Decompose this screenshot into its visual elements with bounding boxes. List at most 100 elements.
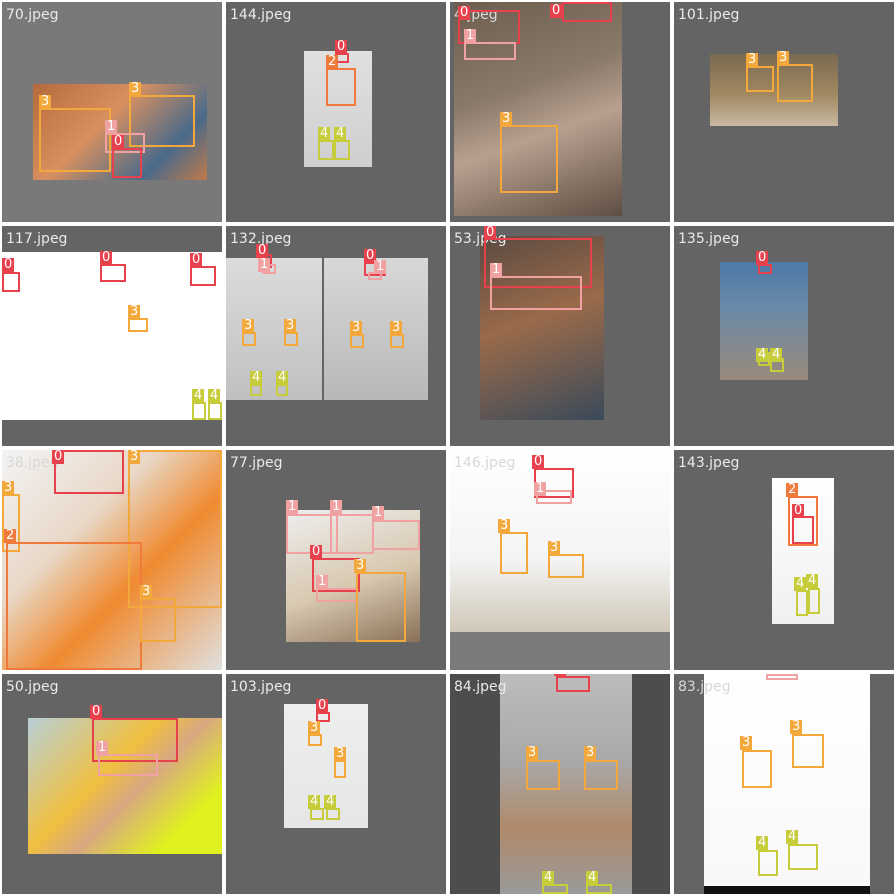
tile-117[interactable]: 117.jpeg 0 0 0 3 4 4: [2, 226, 222, 446]
bbox-label: 4: [324, 794, 337, 809]
bbox: [758, 850, 778, 876]
bbox: [746, 66, 774, 92]
tile-filename: 101.jpeg: [678, 7, 740, 23]
bbox: [542, 884, 568, 894]
bbox-label: 0: [256, 243, 269, 258]
bbox-label: 1: [286, 499, 299, 514]
bbox-label: 0: [2, 257, 15, 272]
bbox: [500, 125, 558, 193]
bbox-label: 3: [526, 745, 539, 760]
bbox: [372, 520, 420, 550]
tile-135[interactable]: 135.jpeg 0 4 4: [674, 226, 894, 446]
bbox-label: 4: [806, 573, 819, 588]
bbox: [54, 450, 124, 494]
bbox: [334, 140, 350, 160]
bbox: [316, 588, 358, 602]
tile-146[interactable]: 146.jpeg 0 1 3 3: [450, 450, 670, 670]
bbox: [284, 332, 298, 346]
bbox: [308, 734, 322, 746]
bbox-label: 3: [740, 735, 753, 750]
bbox: [796, 590, 808, 616]
bbox-label: 1: [372, 505, 385, 520]
bbox-label: 4: [334, 126, 347, 141]
bbox-label: 1: [330, 499, 343, 514]
bbox: [310, 808, 324, 820]
bbox: [208, 402, 222, 420]
bbox-label: 4: [542, 870, 555, 885]
bbox: [242, 332, 256, 346]
bbox-label: 1: [105, 119, 118, 134]
bbox: [766, 674, 798, 680]
bbox: [318, 140, 334, 160]
tile-4[interactable]: 4.jpeg 0 0 1 3: [450, 2, 670, 222]
bbox-label: 1: [316, 574, 329, 589]
tile-143[interactable]: 143.jpeg 2 0 4 4: [674, 450, 894, 670]
bbox: [326, 808, 340, 820]
bbox-label: 4: [208, 388, 221, 403]
tile-84[interactable]: 84.jpeg 0 3 3 4 4: [450, 674, 670, 894]
bbox: [584, 760, 618, 790]
bbox-label: 4: [786, 829, 799, 844]
bbox: [788, 844, 818, 870]
bbox-label: 2: [4, 528, 17, 543]
bbox: [808, 588, 820, 614]
tile-filename: 38.jpeg: [6, 455, 59, 471]
bbox: [350, 334, 364, 348]
bbox: [390, 334, 404, 348]
tile-101[interactable]: 101.jpeg 3 3: [674, 2, 894, 222]
bbox: [742, 750, 772, 788]
bbox-label: 0: [550, 3, 563, 18]
bbox: [140, 598, 176, 642]
bbox-label: 3: [500, 111, 513, 126]
bbox-label: 0: [554, 674, 567, 676]
bbox: [792, 516, 814, 544]
bbox-label: 3: [128, 450, 141, 464]
bbox: [777, 64, 813, 102]
tile-filename: 83.jpeg: [678, 679, 731, 695]
bbox: [758, 264, 772, 274]
bbox-label: 3: [2, 480, 15, 495]
tile-image: [710, 54, 838, 126]
tile-77[interactable]: 77.jpeg 1 1 1 0 1 3: [226, 450, 446, 670]
tile-filename: 50.jpeg: [6, 679, 59, 695]
tile-132[interactable]: 132.jpeg 0 1 3 3 4 4 0 1 3 3: [226, 226, 446, 446]
tile-50[interactable]: 50.jpeg 0 1: [2, 674, 222, 894]
tile-53[interactable]: 53.jpeg 0 1: [450, 226, 670, 446]
bbox: [330, 514, 374, 554]
bbox: [326, 68, 356, 106]
bbox-label: 2: [326, 54, 339, 69]
tile-filename: 146.jpeg: [454, 455, 516, 471]
bbox-label: 4: [276, 370, 289, 385]
bbox-label: 3: [284, 318, 297, 333]
bbox-label: 3: [746, 52, 759, 67]
bbox-label: 0: [52, 450, 65, 464]
bbox: [39, 108, 111, 172]
bbox: [100, 264, 126, 282]
tile-filename: 144.jpeg: [230, 7, 292, 23]
bbox-label: 3: [584, 745, 597, 760]
bbox-label: 1: [490, 262, 503, 277]
tile-filename: 70.jpeg: [6, 7, 59, 23]
bbox-label: 3: [128, 304, 141, 319]
bbox-label: 1: [374, 259, 387, 274]
bbox-label: 3: [354, 558, 367, 573]
tile-103[interactable]: 103.jpeg 0 3 3 4 4: [226, 674, 446, 894]
tile-83[interactable]: 83.jpeg 1 3 3 4 4: [674, 674, 894, 894]
bbox-label: 3: [498, 518, 511, 533]
bbox: [792, 734, 824, 768]
bbox-label: 3: [39, 94, 52, 109]
bbox-label: 0: [90, 704, 103, 719]
tile-image: [704, 674, 870, 894]
bbox: [464, 42, 516, 60]
bbox-label: 0: [100, 250, 113, 265]
bbox-label: 3: [129, 81, 142, 96]
tile-144[interactable]: 144.jpeg 0 2 4 4: [226, 2, 446, 222]
tile-footer: [704, 886, 870, 894]
bbox-label: 0: [792, 503, 805, 518]
tile-38[interactable]: 38.jpeg 0 3 3 2 3: [2, 450, 222, 670]
tile-70[interactable]: 70.jpeg 3 3 1 0: [2, 2, 222, 222]
bbox-label: 0: [756, 250, 769, 265]
tile-footer: [450, 632, 670, 670]
bbox-label: 3: [140, 584, 153, 599]
bbox: [192, 402, 206, 420]
